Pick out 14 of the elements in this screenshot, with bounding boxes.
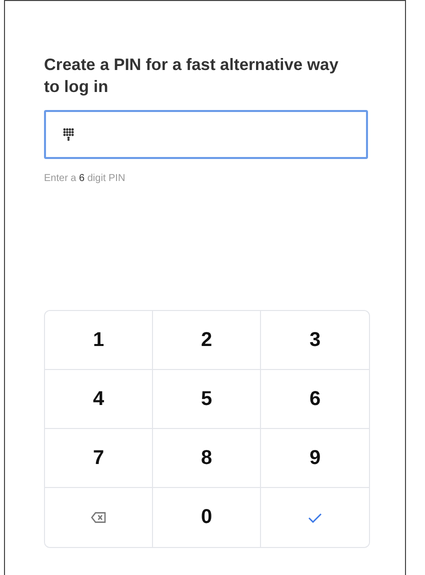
keypad-icon xyxy=(63,128,74,141)
pin-field[interactable] xyxy=(44,110,368,159)
backspace-icon xyxy=(91,512,106,523)
digit-key[interactable]: 1 xyxy=(45,311,153,370)
digit-key[interactable]: 4 xyxy=(45,370,153,429)
digit-key[interactable]: 5 xyxy=(153,370,261,429)
backspace-key[interactable] xyxy=(45,488,153,547)
heading: Create a PIN for a fast alternative way to log in xyxy=(44,55,340,98)
digit-key[interactable]: 7 xyxy=(45,429,153,488)
hint-text: Enter a 6 digit PIN xyxy=(44,173,126,184)
digit-key[interactable]: 8 xyxy=(153,429,261,488)
digit-key[interactable]: 2 xyxy=(153,311,261,370)
digit-key[interactable]: 3 xyxy=(261,311,369,370)
check-icon xyxy=(308,512,322,522)
